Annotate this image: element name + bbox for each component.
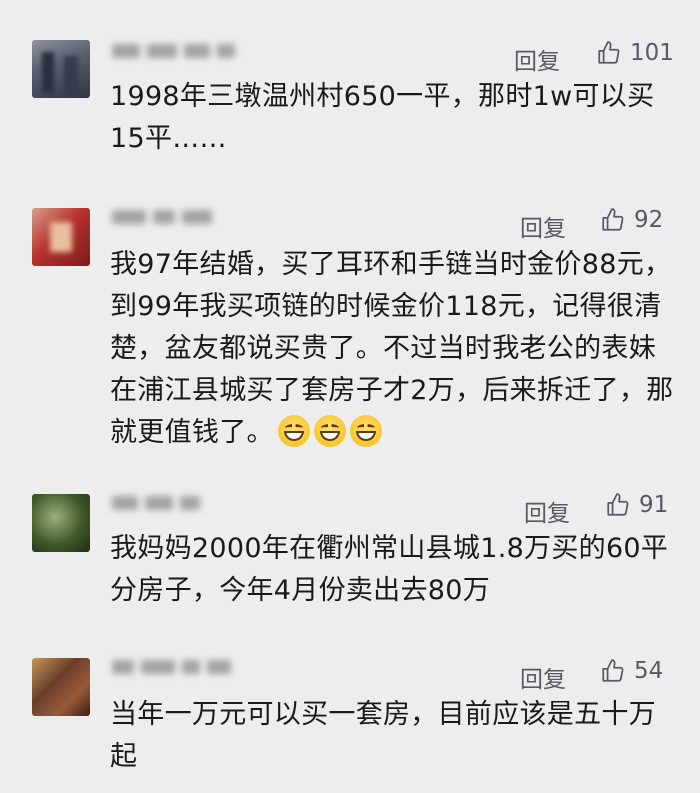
reply-button[interactable]: 回复 — [524, 494, 570, 528]
reply-button[interactable]: 回复 — [520, 209, 566, 243]
like-button[interactable]: 92 — [600, 207, 663, 233]
nickname-blurred[interactable] — [112, 40, 272, 66]
grin-emoji-icon — [277, 415, 310, 447]
reply-button[interactable]: 回复 — [520, 660, 566, 694]
comment-text: 我妈妈2000年在衢州常山县城1.8万买的60平分房子，今年4月份卖出去80万 — [110, 533, 669, 606]
nickname-blurred[interactable] — [112, 206, 272, 232]
thumbs-up-icon — [607, 493, 629, 516]
avatar[interactable] — [32, 494, 90, 552]
like-count: 101 — [630, 40, 674, 66]
like-count: 92 — [634, 207, 664, 233]
like-count: 54 — [634, 658, 664, 684]
thumbs-up-icon — [602, 659, 624, 682]
like-button[interactable]: 101 — [596, 40, 674, 66]
like-button[interactable]: 54 — [600, 658, 663, 684]
reply-button[interactable]: 回复 — [514, 42, 560, 76]
like-count: 91 — [639, 492, 669, 518]
like-button[interactable]: 91 — [605, 492, 668, 518]
grin-emoji-icon — [313, 415, 346, 447]
nickname-blurred[interactable] — [112, 656, 272, 682]
avatar[interactable] — [32, 658, 90, 716]
grin-emoji-icon — [349, 415, 382, 447]
avatar[interactable] — [32, 208, 90, 266]
thumbs-up-icon — [598, 41, 620, 64]
comment-text: 当年一万元可以买一套房，目前应该是五十万起 — [110, 699, 656, 772]
comment-text-body: 我97年结婚，买了耳环和手链当时金价88元，到99年我买项链的时候金价118元，… — [110, 249, 674, 448]
comment-text: 1998年三墩温州村650一平，那时1w可以买15平…… — [110, 81, 655, 154]
nickname-blurred[interactable] — [112, 492, 272, 518]
thumbs-up-icon — [602, 208, 624, 231]
avatar[interactable] — [32, 40, 90, 98]
comment-text: 我97年结婚，买了耳环和手链当时金价88元，到99年我买项链的时候金价118元，… — [110, 244, 675, 454]
